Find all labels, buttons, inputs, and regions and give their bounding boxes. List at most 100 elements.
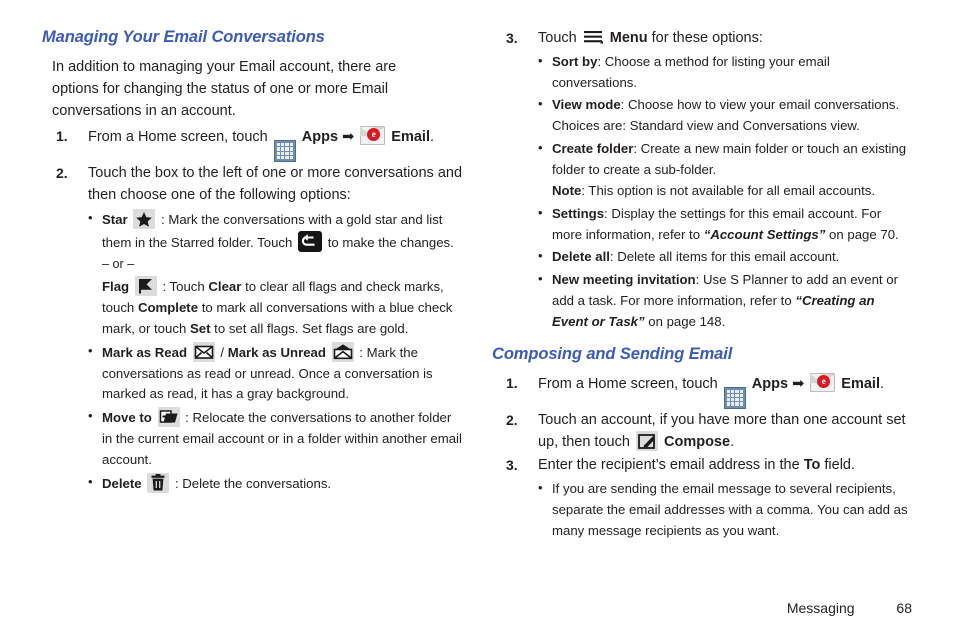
compose-label: Compose xyxy=(663,434,731,451)
email-label: Email xyxy=(391,129,430,146)
new-meeting-label: New meeting invitation xyxy=(552,272,696,288)
envelope-closed-icon xyxy=(192,341,215,362)
move-to-folder-icon xyxy=(157,407,180,428)
separator-slash: / xyxy=(220,344,225,360)
back-arrow-icon xyxy=(298,230,323,252)
apps-label: Apps xyxy=(751,375,789,392)
period: . xyxy=(879,375,884,392)
flag-bold-complete: Complete xyxy=(137,299,199,315)
document-page: Managing Your Email Conversations In add… xyxy=(0,0,954,636)
flag-label: Flag xyxy=(102,279,130,295)
flag-icon xyxy=(134,276,157,297)
mark-as-unread-label: Mark as Unread xyxy=(227,344,326,360)
right-column: 3. Touch Menu for these options: • Sort … xyxy=(492,28,912,542)
option-view-mode: View mode: Choose how to view your email… xyxy=(538,94,912,137)
create-folder-label: Create folder xyxy=(552,141,634,157)
step-text: From a Home screen, touch Apps ➡ e Email… xyxy=(538,372,912,409)
note-text: : This option is not available for all e… xyxy=(581,182,876,198)
option-sort-by: Sort by: Choose a method for listing you… xyxy=(538,51,912,94)
page-footer: Messaging 68 xyxy=(787,600,912,616)
new-meeting-text-b: on page 148. xyxy=(648,314,726,330)
delete-label: Delete xyxy=(102,475,142,491)
section-heading-composing-email: Composing and Sending Email xyxy=(492,344,733,363)
delete-all-text: : Delete all items for this email accoun… xyxy=(609,249,840,265)
flag-bold-clear: Clear xyxy=(208,279,242,295)
period: . xyxy=(429,129,434,146)
option-move-to: Move to : Relocate the conversations to … xyxy=(88,406,462,471)
step-text: Touch an account, if you have more than … xyxy=(538,410,912,455)
step-text: Touch the box to the left of one or more… xyxy=(88,165,463,203)
option-settings: Settings: Display the settings for this … xyxy=(538,203,912,246)
step-item-1: 1. From a Home screen, touch Apps ➡ e Em… xyxy=(42,126,462,163)
move-to-label: Move to xyxy=(102,410,152,426)
menu-options-list: Sort by: Choose a method for listing you… xyxy=(538,51,912,333)
view-mode-label: View mode xyxy=(552,97,621,113)
option-star: Star : Mark the conversations with a gol… xyxy=(88,208,462,340)
apps-grid-icon xyxy=(723,386,746,409)
footer-section-name: Messaging xyxy=(786,600,855,616)
step-text: From a Home screen, touch Apps ➡ e Email… xyxy=(88,126,462,163)
apps-grid-icon xyxy=(273,140,296,163)
step-number: 1. xyxy=(56,128,68,145)
period: . xyxy=(730,434,735,451)
steps-list-composing: 1. From a Home screen, touch Apps ➡ e Em… xyxy=(492,372,912,542)
trash-icon xyxy=(147,472,170,493)
footer-page-number: 68 xyxy=(896,600,912,616)
section-heading-managing-email: Managing Your Email Conversations xyxy=(42,28,325,46)
settings-text-b: on page 70. xyxy=(829,226,899,242)
intro-paragraph: In addition to managing your Email accou… xyxy=(52,58,397,120)
delete-all-label: Delete all xyxy=(552,249,610,265)
step3-text-after: for these options: xyxy=(651,30,763,46)
step-number: 2. xyxy=(56,165,68,182)
step-number: 3. xyxy=(506,30,518,46)
step2-options-list: Star : Mark the conversations with a gol… xyxy=(88,208,462,495)
left-column: Managing Your Email Conversations In add… xyxy=(42,28,462,497)
hamburger-menu-icon xyxy=(583,28,604,46)
email-envelope-icon: e xyxy=(360,126,386,146)
settings-cross-reference: “Account Settings” xyxy=(703,226,826,242)
step-text: Enter the recipient’s email address in t… xyxy=(538,455,912,477)
compose-step-item-1: 1. From a Home screen, touch Apps ➡ e Em… xyxy=(492,372,912,409)
move-to-text: : Relocate the conversations to another … xyxy=(102,410,462,467)
steps-list-managing: 1. From a Home screen, touch Apps ➡ e Em… xyxy=(42,126,462,494)
step1-text-before: From a Home screen, touch xyxy=(88,129,268,146)
email-envelope-icon: e xyxy=(810,372,836,392)
flag-seg4: to set all flags. Set flags are gold. xyxy=(214,320,409,336)
step-number: 3. xyxy=(506,457,518,474)
to-field-label: To xyxy=(803,457,821,474)
step-item-3: 3. Touch Menu for these options: • Sort … xyxy=(492,28,912,333)
star-label: Star xyxy=(102,211,128,227)
compose-step3-notes: If you are sending the email message to … xyxy=(538,478,912,542)
step-text: Touch Menu for these options: xyxy=(538,28,912,50)
note-label: Note xyxy=(552,182,582,198)
option-create-folder: Create folder: Create a new main folder … xyxy=(538,138,912,202)
menu-label: Menu xyxy=(609,30,648,46)
mark-as-read-label: Mark as Read xyxy=(102,344,188,360)
compose-step3-text-b: field. xyxy=(824,457,856,474)
compose-step-item-3: 3. Enter the recipient’s email address i… xyxy=(492,455,912,541)
compose-step1-text-before: From a Home screen, touch xyxy=(538,375,718,392)
apps-label: Apps xyxy=(301,129,339,146)
option-mark-read-unread: Mark as Read / Mark as Unread xyxy=(88,341,462,406)
step-item-2: 2. Touch the box to the left of one or m… xyxy=(42,163,462,494)
arrow-glyph: ➡ xyxy=(342,129,355,146)
flag-seg1: : Touch xyxy=(162,279,205,295)
envelope-open-icon xyxy=(331,341,354,362)
compose-pencil-icon xyxy=(635,431,658,452)
option-delete-all: Delete all: Delete all items for this em… xyxy=(538,246,912,268)
step-number: 1. xyxy=(506,374,518,391)
create-folder-note: Note: This option is not available for a… xyxy=(552,181,912,202)
flag-bold-set: Set xyxy=(189,320,211,336)
option-new-meeting-invitation: New meeting invitation: Use S Planner to… xyxy=(538,269,912,333)
compose-step-item-2: 2. Touch an account, if you have more th… xyxy=(492,410,912,455)
compose-step3-text-a: Enter the recipient’s email address in t… xyxy=(538,457,800,474)
email-label: Email xyxy=(841,375,880,392)
option-delete: Delete : Delete the conversations. xyxy=(88,472,462,495)
star-icon xyxy=(133,208,156,229)
sort-by-label: Sort by xyxy=(552,53,598,69)
recipients-note: If you are sending the email message to … xyxy=(538,478,912,542)
steps-list-menu: 3. Touch Menu for these options: • Sort … xyxy=(492,28,912,333)
or-divider: – or – xyxy=(102,257,135,272)
step-number: 2. xyxy=(506,411,518,428)
step3-text-before: Touch xyxy=(538,30,577,46)
